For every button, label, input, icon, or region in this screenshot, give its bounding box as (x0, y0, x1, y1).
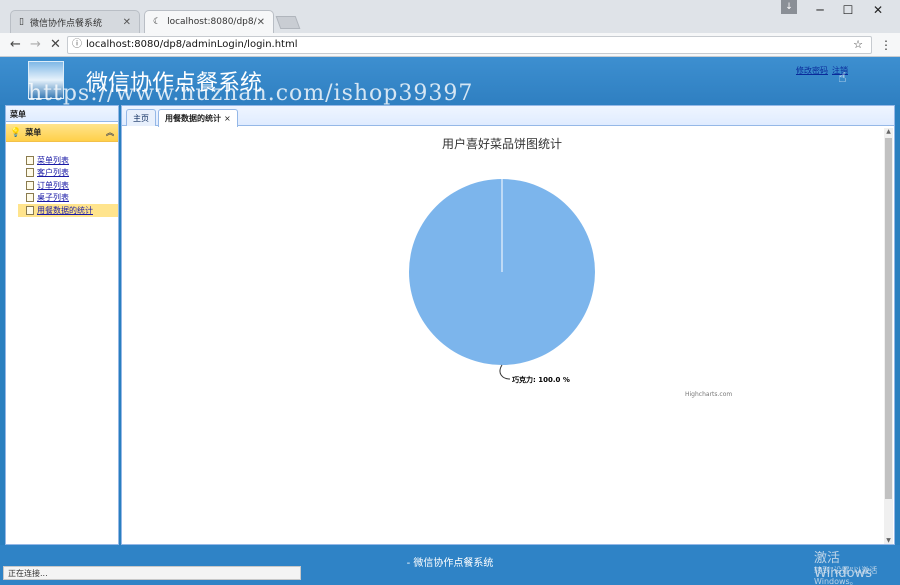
close-window-button[interactable]: ✕ (867, 3, 889, 19)
pointer-cursor-icon: ☝ (838, 70, 847, 86)
maximize-button[interactable]: ☐ (837, 3, 859, 19)
url-text: localhost:8080/dp8/adminLogin/login.html (86, 39, 298, 50)
scroll-up-icon[interactable]: ▲ (884, 128, 893, 135)
pie-chart: 巧克力: 100.0 % (409, 179, 595, 384)
sidebar-item-order-list[interactable]: 订单列表 (26, 179, 118, 192)
change-password-link[interactable]: 修改密码 (796, 66, 828, 75)
bookmark-star-icon[interactable]: ☆ (853, 37, 863, 53)
document-icon (26, 168, 34, 178)
os-activation-hint: 转到"设置"以激活 Windows。 (814, 566, 878, 585)
sidebar-item-label[interactable]: 菜单列表 (37, 155, 69, 166)
sidebar-group-header[interactable]: 💡 菜单 ︽ (6, 124, 118, 142)
browser-tab-1[interactable]: ▯ 微信协作点餐系统 ✕ (10, 10, 140, 33)
tab-home[interactable]: 主页 (126, 109, 156, 126)
browser-status-bar: 正在连接... (3, 566, 301, 580)
address-toolbar: ← → ✕ ⓘ localhost:8080/dp8/adminLogin/lo… (0, 33, 900, 57)
sidebar-list: 菜单列表 客户列表 订单列表 桌子列表 用餐数据的统计 (6, 142, 118, 217)
forward-icon[interactable]: → (30, 37, 41, 52)
content-panel: 主页 用餐数据的统计 × 用户喜好菜品饼图统计 巧克力: 100.0 % High… (121, 105, 895, 545)
watermark-text: https://www.huzhan.com/ishop39397 (28, 81, 474, 106)
sidebar-item-label[interactable]: 桌子列表 (37, 192, 69, 203)
browser-tab-label: 微信协作点餐系统 (29, 18, 102, 29)
tab-label: 主页 (133, 114, 149, 123)
scroll-down-icon[interactable]: ▼ (884, 537, 893, 544)
document-icon (26, 155, 34, 165)
browser-menu-icon[interactable]: ⋮ (880, 38, 892, 52)
lightbulb-icon: 💡 (10, 127, 22, 138)
sidebar: 菜单 💡 菜单 ︽ 菜单列表 客户列表 订单列表 桌子列表 用餐数据的统计 (5, 105, 119, 545)
scrollbar[interactable]: ▲ ▼ (884, 128, 893, 544)
sidebar-item-table-list[interactable]: 桌子列表 (26, 192, 118, 205)
back-icon[interactable]: ← (10, 37, 21, 52)
info-icon[interactable]: ⓘ (72, 37, 82, 53)
chart-credits[interactable]: Highcharts.com (685, 391, 732, 398)
browser-titlebar: ▯ 微信协作点餐系统 ✕ ☾ localhost:8080/dp8/ad ✕ ↓… (0, 0, 900, 33)
sidebar-item-label[interactable]: 客户列表 (37, 167, 69, 178)
new-tab-button[interactable] (275, 16, 301, 29)
sidebar-item-menu-list[interactable]: 菜单列表 (26, 154, 118, 167)
tab-dining-stats[interactable]: 用餐数据的统计 × (158, 109, 238, 127)
sidebar-group-label: 菜单 (25, 128, 42, 137)
pie-data-label: 巧克力: 100.0 % (512, 375, 570, 384)
scrollbar-thumb[interactable] (885, 138, 892, 499)
loading-icon: ☾ (153, 17, 162, 27)
minimize-button[interactable]: ─ (809, 3, 831, 19)
sidebar-item-label[interactable]: 用餐数据的统计 (37, 205, 93, 216)
page-icon: ▯ (19, 17, 24, 27)
download-icon[interactable]: ↓ (781, 0, 797, 14)
data-label-connector (499, 364, 511, 380)
stop-icon[interactable]: ✕ (50, 37, 61, 52)
sidebar-title: 菜单 (6, 106, 118, 122)
app-header: 微信协作点餐系统 https://www.huzhan.com/ishop393… (0, 57, 900, 106)
sidebar-item-label[interactable]: 订单列表 (37, 180, 69, 191)
browser-tab-label: localhost:8080/dp8/ad (167, 17, 257, 27)
close-tab-icon[interactable]: ✕ (257, 17, 265, 28)
close-tab-icon[interactable]: × (224, 114, 231, 123)
browser-tab-2[interactable]: ☾ localhost:8080/dp8/ad ✕ (144, 10, 274, 33)
url-field[interactable]: ⓘ localhost:8080/dp8/adminLogin/login.ht… (67, 36, 872, 54)
sidebar-item-dining-stats[interactable]: 用餐数据的统计 (18, 204, 118, 217)
document-icon (26, 205, 34, 215)
collapse-icon[interactable]: ︽ (106, 127, 114, 138)
close-tab-icon[interactable]: ✕ (123, 17, 131, 28)
document-icon (26, 180, 34, 190)
content-tabs: 主页 用餐数据的统计 × (122, 106, 894, 127)
sidebar-item-customer-list[interactable]: 客户列表 (26, 167, 118, 180)
document-icon (26, 193, 34, 203)
tab-label: 用餐数据的统计 (165, 114, 221, 123)
